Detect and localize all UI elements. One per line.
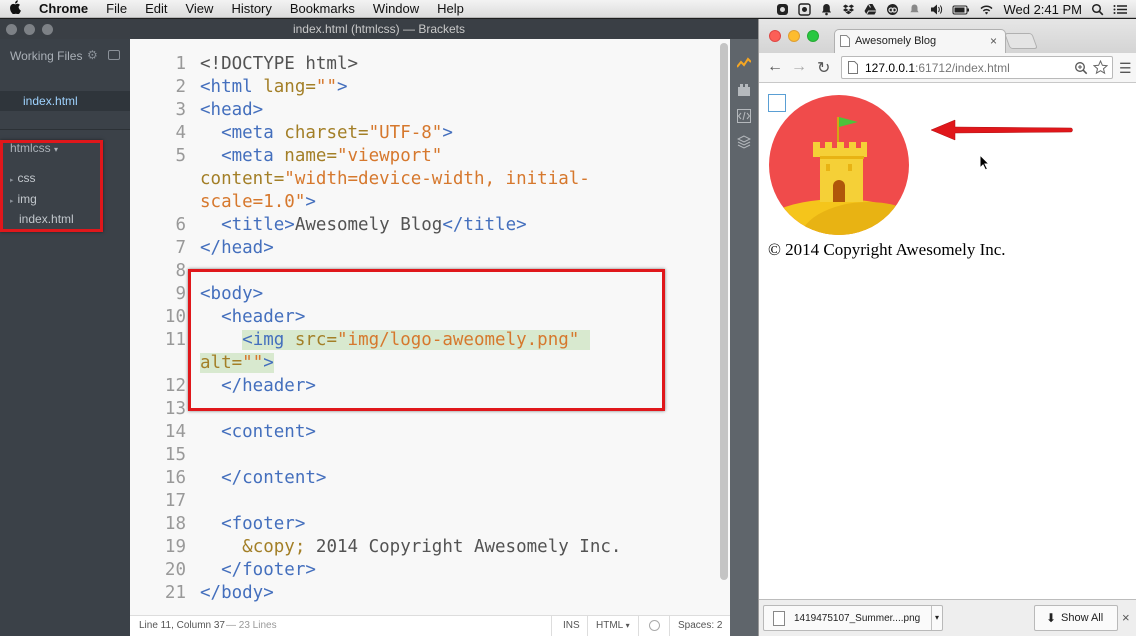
- status-menus: Wed 2:41 PM: [776, 0, 1128, 18]
- tab-title: Awesomely Blog: [855, 35, 937, 47]
- mouse-cursor-icon: [979, 154, 991, 171]
- download-shelf: 1419475107_Summer....png ▾ ⬇ Show All ×: [759, 599, 1136, 636]
- menu-window[interactable]: Window: [364, 1, 428, 16]
- menubar: Chrome File Edit View History Bookmarks …: [0, 0, 1136, 18]
- castle-logo-image: [769, 95, 909, 235]
- code-inspector-icon[interactable]: [737, 109, 751, 123]
- minimize-window-button[interactable]: [24, 24, 35, 35]
- reload-icon[interactable]: ↻: [817, 58, 830, 78]
- drive-icon[interactable]: [864, 3, 877, 16]
- minimize-window-button[interactable]: [788, 30, 800, 42]
- spotlight-search-icon[interactable]: [1091, 3, 1104, 16]
- language-select[interactable]: HTML ▾: [596, 620, 630, 631]
- menu-edit[interactable]: Edit: [136, 1, 176, 16]
- chrome-toolbar: ← → ↻ 127.0.0.1:61712/index.html ☰: [759, 53, 1136, 83]
- chrome-window: Awesomely Blog × ← → ↻ 127.0.0.1:61712/i…: [758, 19, 1136, 636]
- address-bar[interactable]: 127.0.0.1:61712/index.html: [841, 56, 1113, 79]
- chrome-menu-icon[interactable]: ☰: [1119, 60, 1132, 77]
- dropbox-icon[interactable]: [842, 3, 855, 16]
- record-icon[interactable]: [798, 2, 812, 16]
- forward-arrow-icon[interactable]: →: [791, 58, 807, 76]
- bookmark-star-icon[interactable]: [1093, 60, 1108, 75]
- download-filename: 1419475107_Summer....png: [794, 613, 921, 624]
- live-preview-icon[interactable]: [737, 57, 751, 71]
- linter-status-icon[interactable]: [649, 620, 660, 631]
- gear-icon[interactable]: ⚙: [87, 48, 98, 62]
- status-separator: [669, 616, 670, 636]
- sidebar-divider: [0, 129, 130, 130]
- close-window-button[interactable]: [6, 24, 17, 35]
- page-icon: [848, 61, 858, 74]
- layers-icon[interactable]: [737, 135, 751, 149]
- notification-icon[interactable]: [908, 3, 921, 16]
- apple-icon[interactable]: [0, 0, 30, 17]
- editor-scrollbar[interactable]: [720, 43, 728, 580]
- battery-icon[interactable]: [952, 3, 970, 16]
- download-arrow-icon: ⬇: [1046, 611, 1057, 625]
- annotation-box-header-code: [188, 269, 665, 411]
- zoom-window-button[interactable]: [807, 30, 819, 42]
- split-view-icon[interactable]: [108, 50, 120, 60]
- menubar-clock[interactable]: Wed 2:41 PM: [1003, 2, 1082, 17]
- close-download-shelf-icon[interactable]: ×: [1122, 610, 1130, 625]
- menu-bookmarks[interactable]: Bookmarks: [281, 1, 364, 16]
- show-all-label: Show All: [1061, 612, 1104, 624]
- show-all-downloads-button[interactable]: ⬇ Show All: [1034, 605, 1118, 631]
- menu-view[interactable]: View: [176, 1, 222, 16]
- indent-spaces[interactable]: Spaces: 2: [678, 620, 722, 631]
- window-title: index.html (htmlcss) — Brackets: [292, 22, 466, 36]
- download-item[interactable]: 1419475107_Summer....png ▾: [763, 605, 943, 631]
- back-arrow-icon[interactable]: ←: [767, 58, 783, 76]
- page-footer-text: © 2014 Copyright Awesomely Inc.: [768, 240, 1006, 259]
- chrome-tab-strip: Awesomely Blog ×: [759, 19, 1136, 53]
- menu-help[interactable]: Help: [428, 1, 473, 16]
- menu-history[interactable]: History: [222, 1, 280, 16]
- close-window-button[interactable]: [769, 30, 781, 42]
- brackets-title-bar: index.html (htmlcss) — Brackets: [0, 19, 758, 39]
- cursor-position[interactable]: Line 11, Column 37: [139, 620, 225, 631]
- zoom-magnifier-icon[interactable]: [1074, 61, 1088, 75]
- status-bar: Line 11, Column 37 — 23 Lines INS HTML ▾…: [130, 615, 730, 636]
- file-sidebar: Working Files ⚙ index.html htmlcss ▾ ▸ cs…: [0, 39, 130, 636]
- page-icon: [840, 35, 850, 47]
- creative-cloud-icon[interactable]: [886, 3, 899, 16]
- brackets-right-toolbar: [730, 39, 758, 636]
- status-app-icon[interactable]: [776, 3, 789, 16]
- status-separator: [587, 616, 588, 636]
- working-files-label: Working Files: [10, 49, 83, 63]
- notification-center-icon[interactable]: [1113, 3, 1128, 16]
- volume-icon[interactable]: [930, 3, 943, 16]
- status-separator: [638, 616, 639, 636]
- menu-app-chrome[interactable]: Chrome: [30, 1, 97, 16]
- status-separator: [551, 616, 552, 636]
- red-arrow-annotation: [930, 119, 1073, 141]
- working-file-name: index.html: [23, 94, 78, 108]
- url-text: 127.0.0.1:61712/index.html: [865, 61, 1010, 75]
- page-viewport: © 2014 Copyright Awesomely Inc.: [759, 84, 1136, 599]
- brackets-window: index.html (htmlcss) — Brackets Working …: [0, 19, 758, 636]
- tab-awesomely-blog[interactable]: Awesomely Blog ×: [834, 29, 1006, 53]
- insert-mode[interactable]: INS: [563, 620, 580, 631]
- download-menu-chevron-icon[interactable]: ▾: [931, 606, 942, 630]
- menu-file[interactable]: File: [97, 1, 136, 16]
- zoom-window-button[interactable]: [42, 24, 53, 35]
- working-file-item[interactable]: index.html: [0, 91, 130, 111]
- line-count: — 23 Lines: [226, 620, 277, 631]
- tab-close-icon[interactable]: ×: [990, 34, 997, 48]
- new-tab-button[interactable]: [1004, 33, 1038, 49]
- annotation-box-file-tree: [0, 140, 103, 232]
- bell-icon[interactable]: [820, 3, 833, 16]
- wifi-icon[interactable]: [979, 3, 994, 16]
- file-icon: [773, 611, 785, 626]
- extension-manager-icon[interactable]: [737, 83, 751, 97]
